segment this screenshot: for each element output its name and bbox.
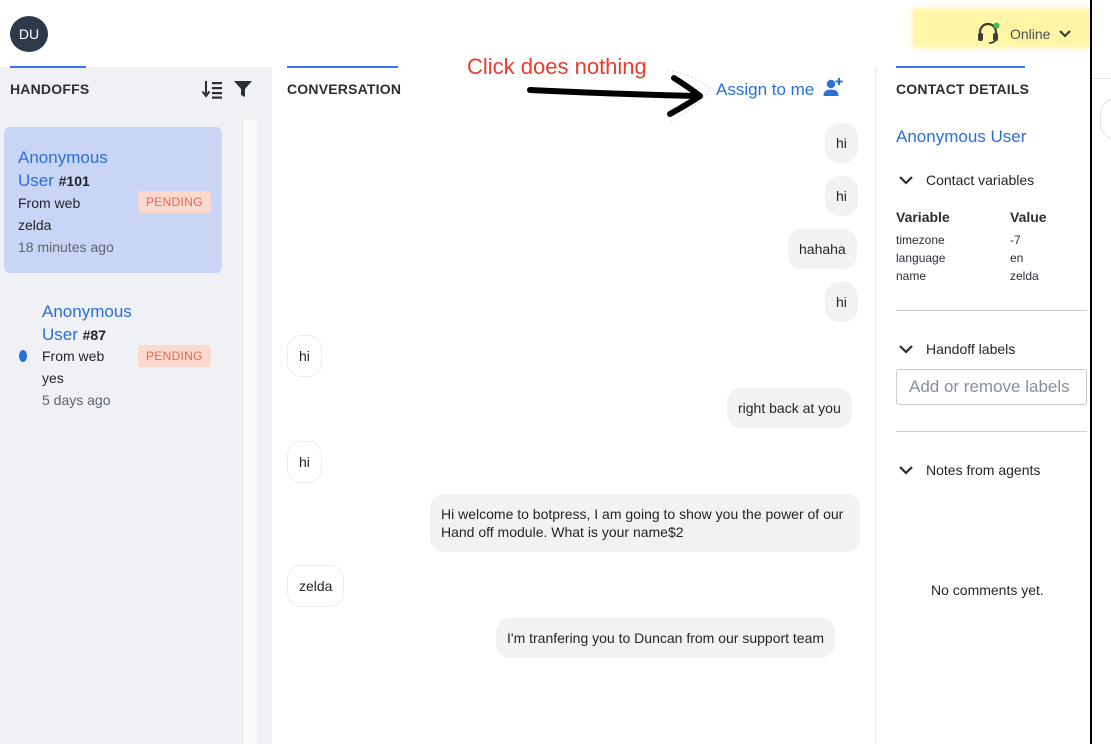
chevron-down-icon	[898, 341, 914, 357]
message-bubble-agent: right back at you	[727, 388, 852, 428]
chevron-down-icon	[898, 462, 914, 478]
contact-details-title: CONTACT DETAILS	[896, 81, 1030, 97]
conversation-title: CONVERSATION	[287, 81, 402, 97]
handoff-preview: yes	[42, 370, 64, 386]
annotation-arrow-icon	[527, 69, 711, 123]
unread-dot-icon	[19, 350, 27, 362]
column-header: Value	[1010, 209, 1047, 225]
message-bubble-agent: I'm tranfering you to Duncan from our su…	[496, 618, 836, 658]
status-label: Online	[1010, 26, 1051, 42]
table-row: language en	[896, 251, 1024, 265]
table-row: timezone -7	[896, 233, 1021, 247]
headset-icon	[976, 22, 1000, 47]
avatar[interactable]: DU	[10, 16, 48, 52]
message-bubble-agent: hi	[825, 282, 858, 322]
status-badge: PENDING	[138, 191, 211, 213]
handoff-number: #87	[82, 327, 106, 343]
handoffs-title: HANDOFFS	[10, 81, 90, 97]
handoff-preview: zelda	[18, 217, 52, 233]
chevron-down-icon	[898, 172, 914, 188]
no-comments-text: No comments yet.	[931, 582, 1044, 598]
filter-icon[interactable]	[233, 80, 253, 103]
message-bubble-agent: hi	[825, 176, 858, 216]
assign-to-me-button[interactable]: Assign to me	[716, 76, 844, 103]
divider	[875, 67, 876, 744]
table-row: name zelda	[896, 269, 1039, 283]
message-bubble-user: zelda	[287, 565, 345, 607]
handoff-time: 18 minutes ago	[18, 239, 114, 255]
handoff-source: From web yes	[42, 348, 105, 386]
message-bubble-agent: Hi welcome to botpress, I am going to sh…	[430, 494, 860, 552]
section-accent	[287, 66, 398, 68]
handoff-user-name: Anonymous User #101	[18, 148, 108, 190]
contact-variables-table: Variable Value timezone -7 language en nam…	[896, 209, 1047, 285]
handoff-number: #101	[58, 173, 90, 189]
handoff-card[interactable]: Anonymous User #87 From web yes 5 days a…	[4, 292, 222, 422]
chevron-down-icon	[1058, 26, 1072, 42]
status-badge: PENDING	[138, 345, 211, 367]
sort-icon[interactable]	[201, 79, 223, 104]
add-user-icon	[822, 76, 844, 103]
scrollbar[interactable]	[242, 120, 257, 744]
labels-input[interactable]	[896, 369, 1087, 405]
message-bubble-agent: hahaha	[788, 229, 857, 269]
section-accent	[896, 66, 1025, 68]
side-panel-edge	[1092, 0, 1111, 744]
message-bubble-agent: hi	[825, 123, 858, 163]
handoff-user-name: Anonymous User #87	[42, 302, 132, 344]
handoff-labels-toggle[interactable]: Handoff labels	[898, 341, 1015, 357]
handoff-card[interactable]: Anonymous User #101 From web zelda 18 mi…	[4, 127, 222, 273]
message-bubble-user: hi	[287, 441, 322, 483]
message-bubble-user: hi	[287, 335, 322, 377]
handoff-source: From web zelda	[18, 195, 81, 233]
handoff-time: 5 days ago	[42, 392, 111, 408]
section-accent	[10, 66, 86, 68]
column-header: Variable	[896, 209, 950, 225]
status-dropdown[interactable]: Online	[976, 22, 1072, 46]
divider	[896, 310, 1087, 311]
contact-user-name[interactable]: Anonymous User	[896, 127, 1026, 147]
notes-toggle[interactable]: Notes from agents	[898, 462, 1040, 478]
divider	[896, 431, 1087, 432]
contact-variables-toggle[interactable]: Contact variables	[898, 172, 1034, 188]
